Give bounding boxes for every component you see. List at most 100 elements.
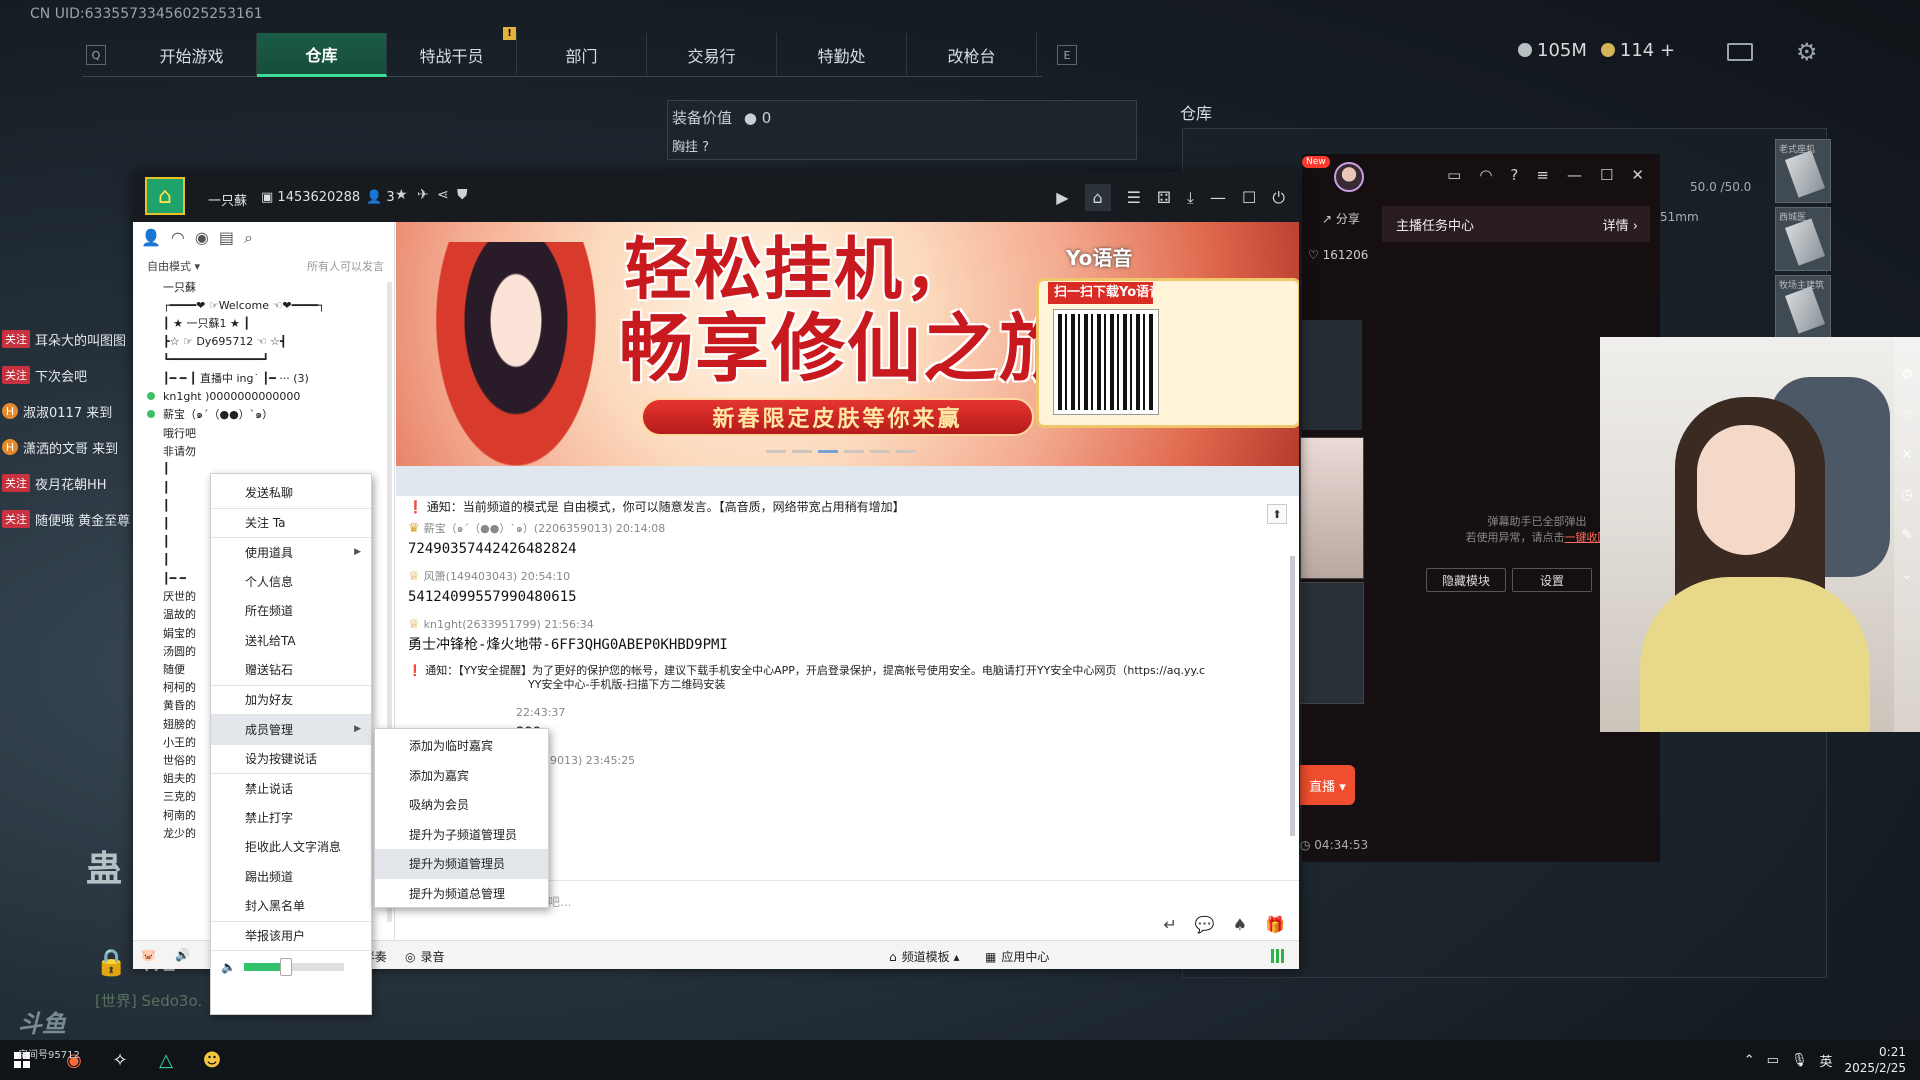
context-menu-item[interactable]: 个人信息	[211, 567, 371, 597]
submenu-item[interactable]: 提升为频道总管理	[375, 879, 548, 909]
chevron-down-icon[interactable]: ⌄	[1901, 567, 1913, 583]
nav-tab-6[interactable]: 改枪台	[907, 33, 1037, 77]
submenu-item[interactable]: 吸纳为会员	[375, 790, 548, 820]
search-icon[interactable]: ⌕	[244, 228, 253, 248]
channel-tree-item[interactable]: 一只蘇	[133, 278, 395, 296]
help-icon[interactable]: ?	[1510, 166, 1518, 184]
menu-icon[interactable]: ≡	[1536, 166, 1549, 184]
banner-dot[interactable]	[896, 450, 916, 453]
context-menu-item[interactable]: 拒收此人文字消息	[211, 832, 371, 862]
context-menu-item[interactable]: 封入黑名单	[211, 891, 371, 921]
settings-button[interactable]: 设置	[1512, 568, 1592, 592]
app-icon-yy[interactable]: ☻	[198, 1046, 226, 1074]
channel-home-icon[interactable]: ⌂	[145, 177, 185, 215]
context-menu-item[interactable]: 成员管理 ▶	[211, 714, 371, 744]
channel-tree-item[interactable]: ┗━━━━━━━━━━━━━━┛	[133, 351, 395, 369]
nav-tab-1[interactable]: 仓库	[257, 33, 387, 77]
context-menu-item[interactable]: 举报该用户	[211, 920, 371, 951]
shield-icon[interactable]: ⛊	[457, 187, 468, 203]
context-menu-item[interactable]: 设为按键说话	[211, 743, 371, 774]
channel-tree-item[interactable]: ┃ ★ 一只蘇1 ★ ┃	[133, 314, 395, 332]
channel-tree-item[interactable]: ┃━ ━ ┃ 直播中 ing˙ ┃━ ··· (3)	[133, 369, 395, 387]
power-icon[interactable]: ⏻	[1272, 188, 1285, 208]
gift-icon[interactable]: 🎁	[1265, 915, 1285, 934]
channel-tree-item[interactable]: ┌━━━━❤ ☞Welcome ☜❤━━━━┐	[133, 296, 395, 314]
context-menu-item[interactable]: 禁止打字	[211, 803, 371, 833]
nav-tab-2[interactable]: 特战干员	[387, 33, 517, 77]
location-icon[interactable]: ◉	[195, 228, 209, 248]
channel-tree-item[interactable]: 哦行吧	[133, 424, 395, 442]
banner-dot[interactable]	[818, 450, 838, 453]
channel-tree-item[interactable]: 薪宝（๑ˊ（●●）ˋ๑）	[133, 405, 395, 423]
flower-icon[interactable]: ♠	[1233, 915, 1247, 934]
chevron-up-icon[interactable]: ⌃	[1744, 1053, 1755, 1068]
submenu-item[interactable]: 提升为频道管理员	[375, 849, 548, 879]
preview-thumbnail[interactable]	[1300, 437, 1364, 579]
gear-icon[interactable]: ⚙	[1796, 40, 1818, 64]
close-icon[interactable]: ✕	[1631, 166, 1644, 184]
channel-tree-item[interactable]: kn1ght )0000000000000	[133, 387, 395, 405]
context-menu-item[interactable]: 发送私聊	[211, 478, 371, 508]
volume-handle[interactable]	[279, 957, 292, 976]
speaker-icon[interactable]: 🔊	[175, 948, 190, 962]
ime-indicator[interactable]: 英	[1819, 1051, 1832, 1070]
message-user[interactable]: 薪宝（๑ˊ（●●）ˋ๑）(2206359013)	[424, 519, 613, 537]
mode-selector[interactable]: 自由模式 ▾	[147, 258, 200, 274]
task-center-bar[interactable]: 主播任务中心 详情 ›	[1382, 206, 1650, 242]
task-center-more[interactable]: 详情 ›	[1603, 215, 1638, 234]
channel-tree-item[interactable]: 非请勿	[133, 442, 395, 460]
share-icon[interactable]: ⋖	[437, 187, 449, 203]
star-icon[interactable]: ★	[395, 187, 408, 203]
plane-icon[interactable]: ✈	[417, 187, 429, 203]
promo-banner[interactable]: 轻松挂机， 畅享修仙之旅 新春限定皮肤等你来赢 Yo语音 扫一扫下载Yo语音	[396, 222, 1299, 466]
storage-slot[interactable]: 牧场主建筑	[1775, 275, 1831, 339]
microphone-icon[interactable]: 🎙	[1791, 1053, 1808, 1068]
banner-dot[interactable]	[844, 450, 864, 453]
message-user[interactable]: 风箫(149403043)	[424, 568, 518, 584]
home-icon[interactable]: ⌂	[1084, 184, 1111, 211]
speech-bubble-icon[interactable]: 💬	[1195, 915, 1215, 934]
headset-icon[interactable]: ◠	[1479, 166, 1492, 184]
submenu-item[interactable]: 添加为嘉宾	[375, 761, 548, 791]
minimize-icon[interactable]: —	[1210, 188, 1226, 207]
storage-slot[interactable]: 老式座机	[1775, 139, 1831, 203]
chat-scrollbar[interactable]	[1290, 556, 1295, 836]
channel-tree-item[interactable]: ┣☆ ☞ Dy695712 ☜ ☆┫	[133, 333, 395, 351]
avatar[interactable]	[1334, 162, 1364, 192]
hide-module-button[interactable]: 隐藏模块	[1426, 568, 1506, 592]
enter-icon[interactable]: ↵	[1163, 915, 1176, 934]
coin-display[interactable]: 114 +	[1600, 40, 1675, 61]
notes-icon[interactable]: ▤	[219, 228, 234, 248]
message-user[interactable]: kn1ght(2633951799)	[424, 618, 541, 631]
context-menu-item[interactable]: 加为好友	[211, 684, 371, 715]
context-menu-item[interactable]: 送礼给TA	[211, 626, 371, 656]
context-menu-item[interactable]: 禁止说话	[211, 773, 371, 803]
context-menu-item[interactable]: 关注 Ta	[211, 507, 371, 538]
app-center-button[interactable]: ▦ 应用中心	[985, 948, 1049, 965]
volume-slider[interactable]	[243, 957, 344, 976]
headset-icon[interactable]: ◠	[171, 228, 185, 248]
preview-thumbnail[interactable]	[1300, 582, 1364, 704]
avatar[interactable]: 🐷	[141, 948, 156, 962]
system-clock[interactable]: 0:21 2025/2/25	[1844, 1044, 1906, 1076]
gear-icon[interactable]: ⚙	[1901, 367, 1914, 383]
nav-tab-5[interactable]: 特勤处	[777, 33, 907, 77]
nav-tab-3[interactable]: 部门	[517, 33, 647, 77]
gamepad-icon[interactable]: ⚃	[1157, 188, 1171, 207]
submenu-item[interactable]: 提升为子频道管理员	[375, 820, 548, 850]
download-icon[interactable]: ⤓	[1187, 188, 1194, 208]
storage-slot[interactable]: 西城医	[1775, 207, 1831, 271]
nav-right-key[interactable]: E	[1057, 45, 1077, 65]
banner-dot[interactable]	[870, 450, 890, 453]
app-icon-delta[interactable]: △	[152, 1046, 180, 1074]
banner-dot[interactable]	[766, 450, 786, 453]
context-menu-item[interactable]: 所在频道	[211, 596, 371, 626]
go-live-button[interactable]: 直播 ▾	[1300, 765, 1355, 805]
star-icon[interactable]: ☆	[1901, 407, 1914, 423]
app-icon-game[interactable]: ✧	[106, 1046, 134, 1074]
banner-dot[interactable]	[792, 450, 812, 453]
mute-icon[interactable]: ✕	[1901, 447, 1913, 463]
submenu-item[interactable]: 添加为临时嘉宾	[375, 731, 548, 761]
user-icon[interactable]: 👤	[141, 228, 161, 248]
video-icon[interactable]: ▶	[1056, 188, 1068, 207]
